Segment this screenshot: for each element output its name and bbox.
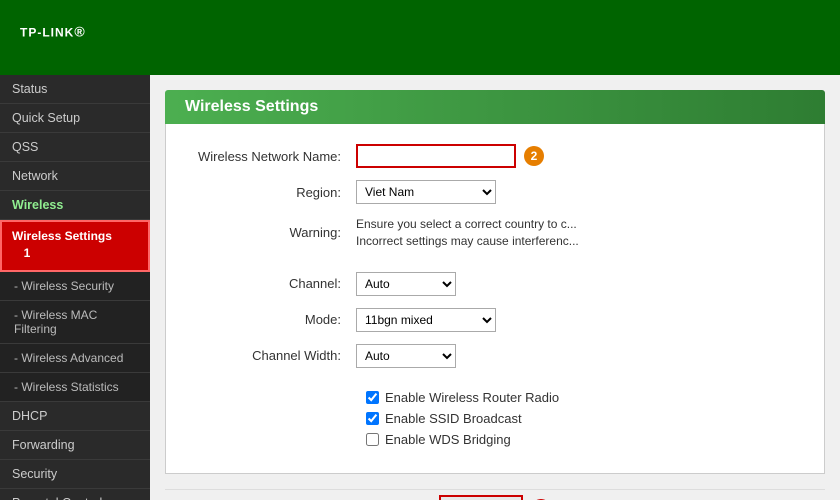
enable-ssid-label: Enable SSID Broadcast <box>385 411 522 426</box>
main-layout: Status Quick Setup QSS Network Wireless … <box>0 75 840 500</box>
channel-control: Auto 1 2 <box>356 272 794 296</box>
mode-control: 11bgn mixed 11b only 11g only 11n only <box>356 308 794 332</box>
sidebar-item-network[interactable]: Network <box>0 162 150 191</box>
mode-select[interactable]: 11bgn mixed 11b only 11g only 11n only <box>356 308 496 332</box>
region-label: Region: <box>196 185 356 200</box>
warning-row: Warning: Ensure you select a correct cou… <box>196 216 794 250</box>
region-row: Region: Viet Nam United States Europe <box>196 180 794 204</box>
channel-width-row: Channel Width: Auto 20MHz 40MHz <box>196 344 794 368</box>
network-name-row: Wireless Network Name: 2 <box>196 144 794 168</box>
sidebar-item-wireless-security[interactable]: - Wireless Security <box>0 272 150 301</box>
page-title: Wireless Settings <box>185 98 805 116</box>
network-name-input[interactable] <box>356 144 516 168</box>
enable-wds-checkbox[interactable] <box>366 433 379 446</box>
warning-control: Ensure you select a correct country to c… <box>356 216 794 250</box>
sidebar-item-wireless-statistics[interactable]: - Wireless Statistics <box>0 373 150 402</box>
channel-width-label: Channel Width: <box>196 348 356 363</box>
channel-width-control: Auto 20MHz 40MHz <box>356 344 794 368</box>
network-name-control: 2 <box>356 144 794 168</box>
content-area: Wireless Settings Wireless Network Name:… <box>150 75 840 500</box>
sidebar-item-wireless-settings[interactable]: Wireless Settings 1 <box>0 220 150 272</box>
sidebar-item-wireless-mac[interactable]: - Wireless MAC Filtering <box>0 301 150 344</box>
region-select[interactable]: Viet Nam United States Europe <box>356 180 496 204</box>
logo-text: TP-LINK <box>20 25 74 39</box>
logo: TP-LINK® <box>20 22 86 54</box>
sidebar-item-forwarding[interactable]: Forwarding <box>0 431 150 460</box>
page-title-bar: Wireless Settings <box>165 90 825 124</box>
bottom-bar: Save 3 <box>165 489 825 500</box>
save-button[interactable]: Save <box>439 495 523 500</box>
header: TP-LINK® <box>0 0 840 75</box>
warning-text: Ensure you select a correct country to c… <box>356 216 616 250</box>
sidebar-item-security[interactable]: Security <box>0 460 150 489</box>
channel-select[interactable]: Auto 1 2 <box>356 272 456 296</box>
sidebar-item-wireless[interactable]: Wireless <box>0 191 150 220</box>
mode-row: Mode: 11bgn mixed 11b only 11g only 11n … <box>196 308 794 332</box>
sidebar-item-dhcp[interactable]: DHCP <box>0 402 150 431</box>
checkbox-radio-row: Enable Wireless Router Radio <box>196 390 794 405</box>
region-control: Viet Nam United States Europe <box>356 180 794 204</box>
enable-ssid-checkbox[interactable] <box>366 412 379 425</box>
checkbox-wds-row: Enable WDS Bridging <box>196 432 794 447</box>
channel-width-select[interactable]: Auto 20MHz 40MHz <box>356 344 456 368</box>
enable-wds-label: Enable WDS Bridging <box>385 432 511 447</box>
enable-radio-checkbox[interactable] <box>366 391 379 404</box>
sidebar-item-wireless-advanced[interactable]: - Wireless Advanced <box>0 344 150 373</box>
sidebar-item-status[interactable]: Status <box>0 75 150 104</box>
sidebar: Status Quick Setup QSS Network Wireless … <box>0 75 150 500</box>
network-name-label: Wireless Network Name: <box>196 149 356 164</box>
channel-row: Channel: Auto 1 2 <box>196 272 794 296</box>
checkbox-ssid-row: Enable SSID Broadcast <box>196 411 794 426</box>
mode-label: Mode: <box>196 312 356 327</box>
sidebar-item-parental-control[interactable]: Parental Control <box>0 489 150 500</box>
sidebar-item-qss[interactable]: QSS <box>0 133 150 162</box>
form-area: Wireless Network Name: 2 Region: Viet Na… <box>165 124 825 474</box>
logo-symbol: ® <box>74 23 85 39</box>
sidebar-item-quick-setup[interactable]: Quick Setup <box>0 104 150 133</box>
channel-label: Channel: <box>196 276 356 291</box>
warning-label: Warning: <box>196 225 356 240</box>
badge-1: 1 <box>17 243 37 263</box>
badge-2: 2 <box>524 146 544 166</box>
enable-radio-label: Enable Wireless Router Radio <box>385 390 559 405</box>
